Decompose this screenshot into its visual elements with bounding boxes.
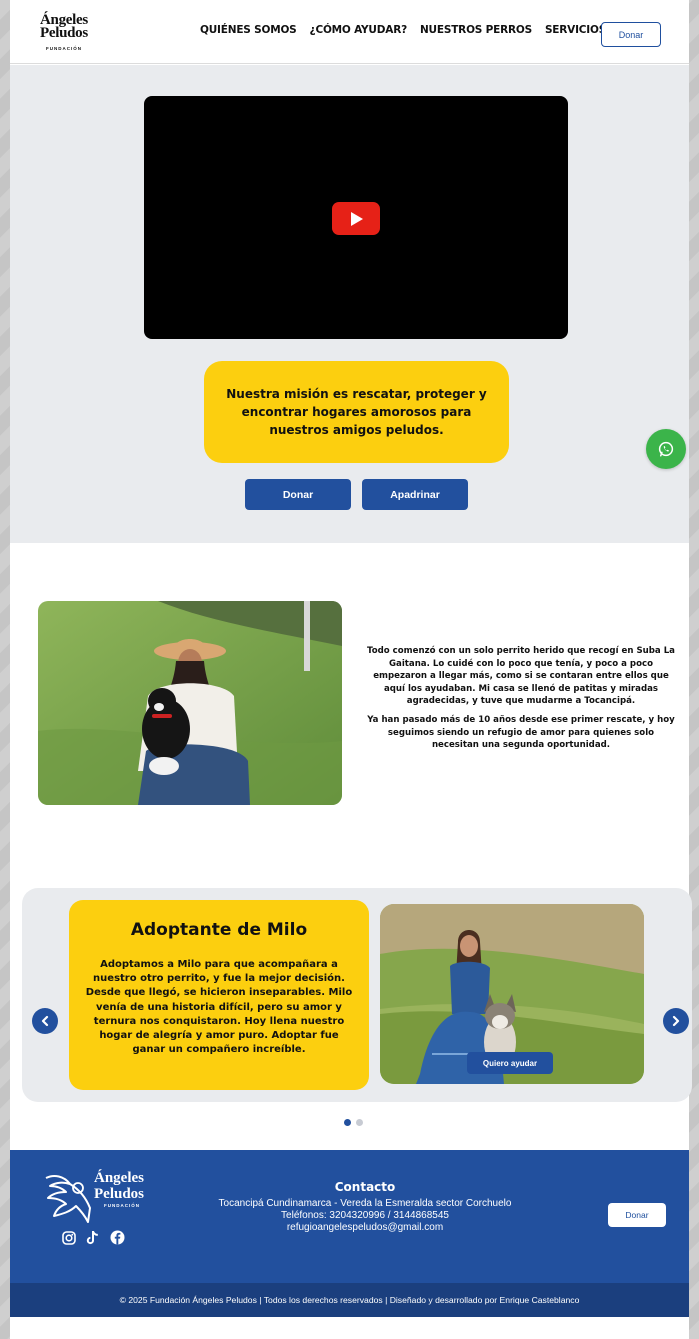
tiktok-icon[interactable] [86, 1230, 100, 1245]
hero-donate-button[interactable]: Donar [245, 479, 351, 510]
footer-brand-tagline: FUNDACIÓN [104, 1203, 140, 1208]
footer-brand-line2: Peludos [94, 1186, 145, 1202]
social-links [62, 1230, 125, 1245]
top-navbar: Ángeles Peludos FUNDACIÓN QUIÉNES SOMOS … [10, 0, 689, 64]
testimonial-body: Adoptamos a Milo para que acompañara a n… [85, 959, 353, 1056]
testimonial-carousel: Adoptante de Milo Adoptamos a Milo para … [22, 888, 692, 1102]
chevron-right-icon [672, 1015, 680, 1027]
play-icon[interactable] [332, 202, 380, 235]
want-to-help-button[interactable]: Quiero ayudar [467, 1052, 553, 1074]
contact-block: Contacto Tocancipá Cundinamarca - Vereda… [200, 1180, 530, 1234]
chevron-left-icon [41, 1015, 49, 1027]
nav-donate-button[interactable]: Donar [601, 22, 661, 47]
carousel-dots [344, 1119, 363, 1126]
page: Ángeles Peludos FUNDACIÓN QUIÉNES SOMOS … [10, 0, 692, 1339]
carousel-prev-button[interactable] [32, 1008, 58, 1034]
angel-wings-icon [45, 1175, 91, 1223]
contact-email[interactable]: refugioangelespeludos@gmail.com [200, 1222, 530, 1234]
testimonial-title: Adoptante de Milo [130, 920, 308, 940]
adopter-photo: Quiero ayudar [380, 904, 644, 1084]
contact-address: Tocancipá Cundinamarca - Vereda la Esmer… [218, 1198, 512, 1209]
nav-link-nuestros-perros[interactable]: NUESTROS PERROS [420, 24, 532, 36]
instagram-icon[interactable] [62, 1230, 76, 1245]
mission-statement: Nuestra misión es rescatar, proteger y e… [204, 361, 509, 463]
footer-donate-button[interactable]: Donar [608, 1203, 666, 1227]
footer: Ángeles Peludos FUNDACIÓN Contacto Tocan [10, 1150, 689, 1283]
story-paragraph-1: Todo comenzó con un solo perrito herido … [367, 646, 675, 707]
contact-title: Contacto [334, 1180, 396, 1194]
story-paragraph-2: Ya han pasado más de 10 años desde ese p… [367, 714, 675, 751]
facebook-icon[interactable] [110, 1230, 125, 1245]
carousel-next-button[interactable] [663, 1008, 689, 1034]
brand-name-line2: Peludos [40, 25, 88, 41]
contact-phones: Teléfonos: 3204320996 / 3144868545 [281, 1210, 449, 1221]
whatsapp-icon [658, 441, 674, 457]
founder-photo [38, 601, 342, 805]
brand-tagline: FUNDACIÓN [46, 46, 82, 51]
footer-brand: Ángeles Peludos FUNDACIÓN [94, 1170, 144, 1210]
hero-section: Nuestra misión es rescatar, proteger y e… [10, 65, 689, 543]
nav-link-servicios[interactable]: SERVICIOS [545, 24, 606, 36]
nav-link-como-ayudar[interactable]: ¿CÓMO AYUDAR? [310, 24, 408, 36]
whatsapp-button[interactable] [646, 429, 686, 469]
testimonial-card: Adoptante de Milo Adoptamos a Milo para … [69, 900, 369, 1090]
carousel-dot-1[interactable] [344, 1119, 351, 1126]
story-text: Todo comenzó con un solo perrito herido … [366, 645, 676, 752]
footer-logo[interactable]: Ángeles Peludos FUNDACIÓN [42, 1168, 162, 1224]
carousel-dot-2[interactable] [356, 1119, 363, 1126]
nav-link-quienes-somos[interactable]: QUIÉNES SOMOS [200, 24, 297, 36]
copyright-bar: © 2025 Fundación Ángeles Peludos | Todos… [10, 1283, 689, 1317]
hero-sponsor-button[interactable]: Apadrinar [362, 479, 468, 510]
footer-brand-line1: Ángeles [94, 1170, 144, 1186]
video-player[interactable] [144, 96, 568, 339]
brand-logo[interactable]: Ángeles Peludos FUNDACIÓN [40, 13, 100, 54]
nav-links: QUIÉNES SOMOS ¿CÓMO AYUDAR? NUESTROS PER… [200, 24, 606, 36]
